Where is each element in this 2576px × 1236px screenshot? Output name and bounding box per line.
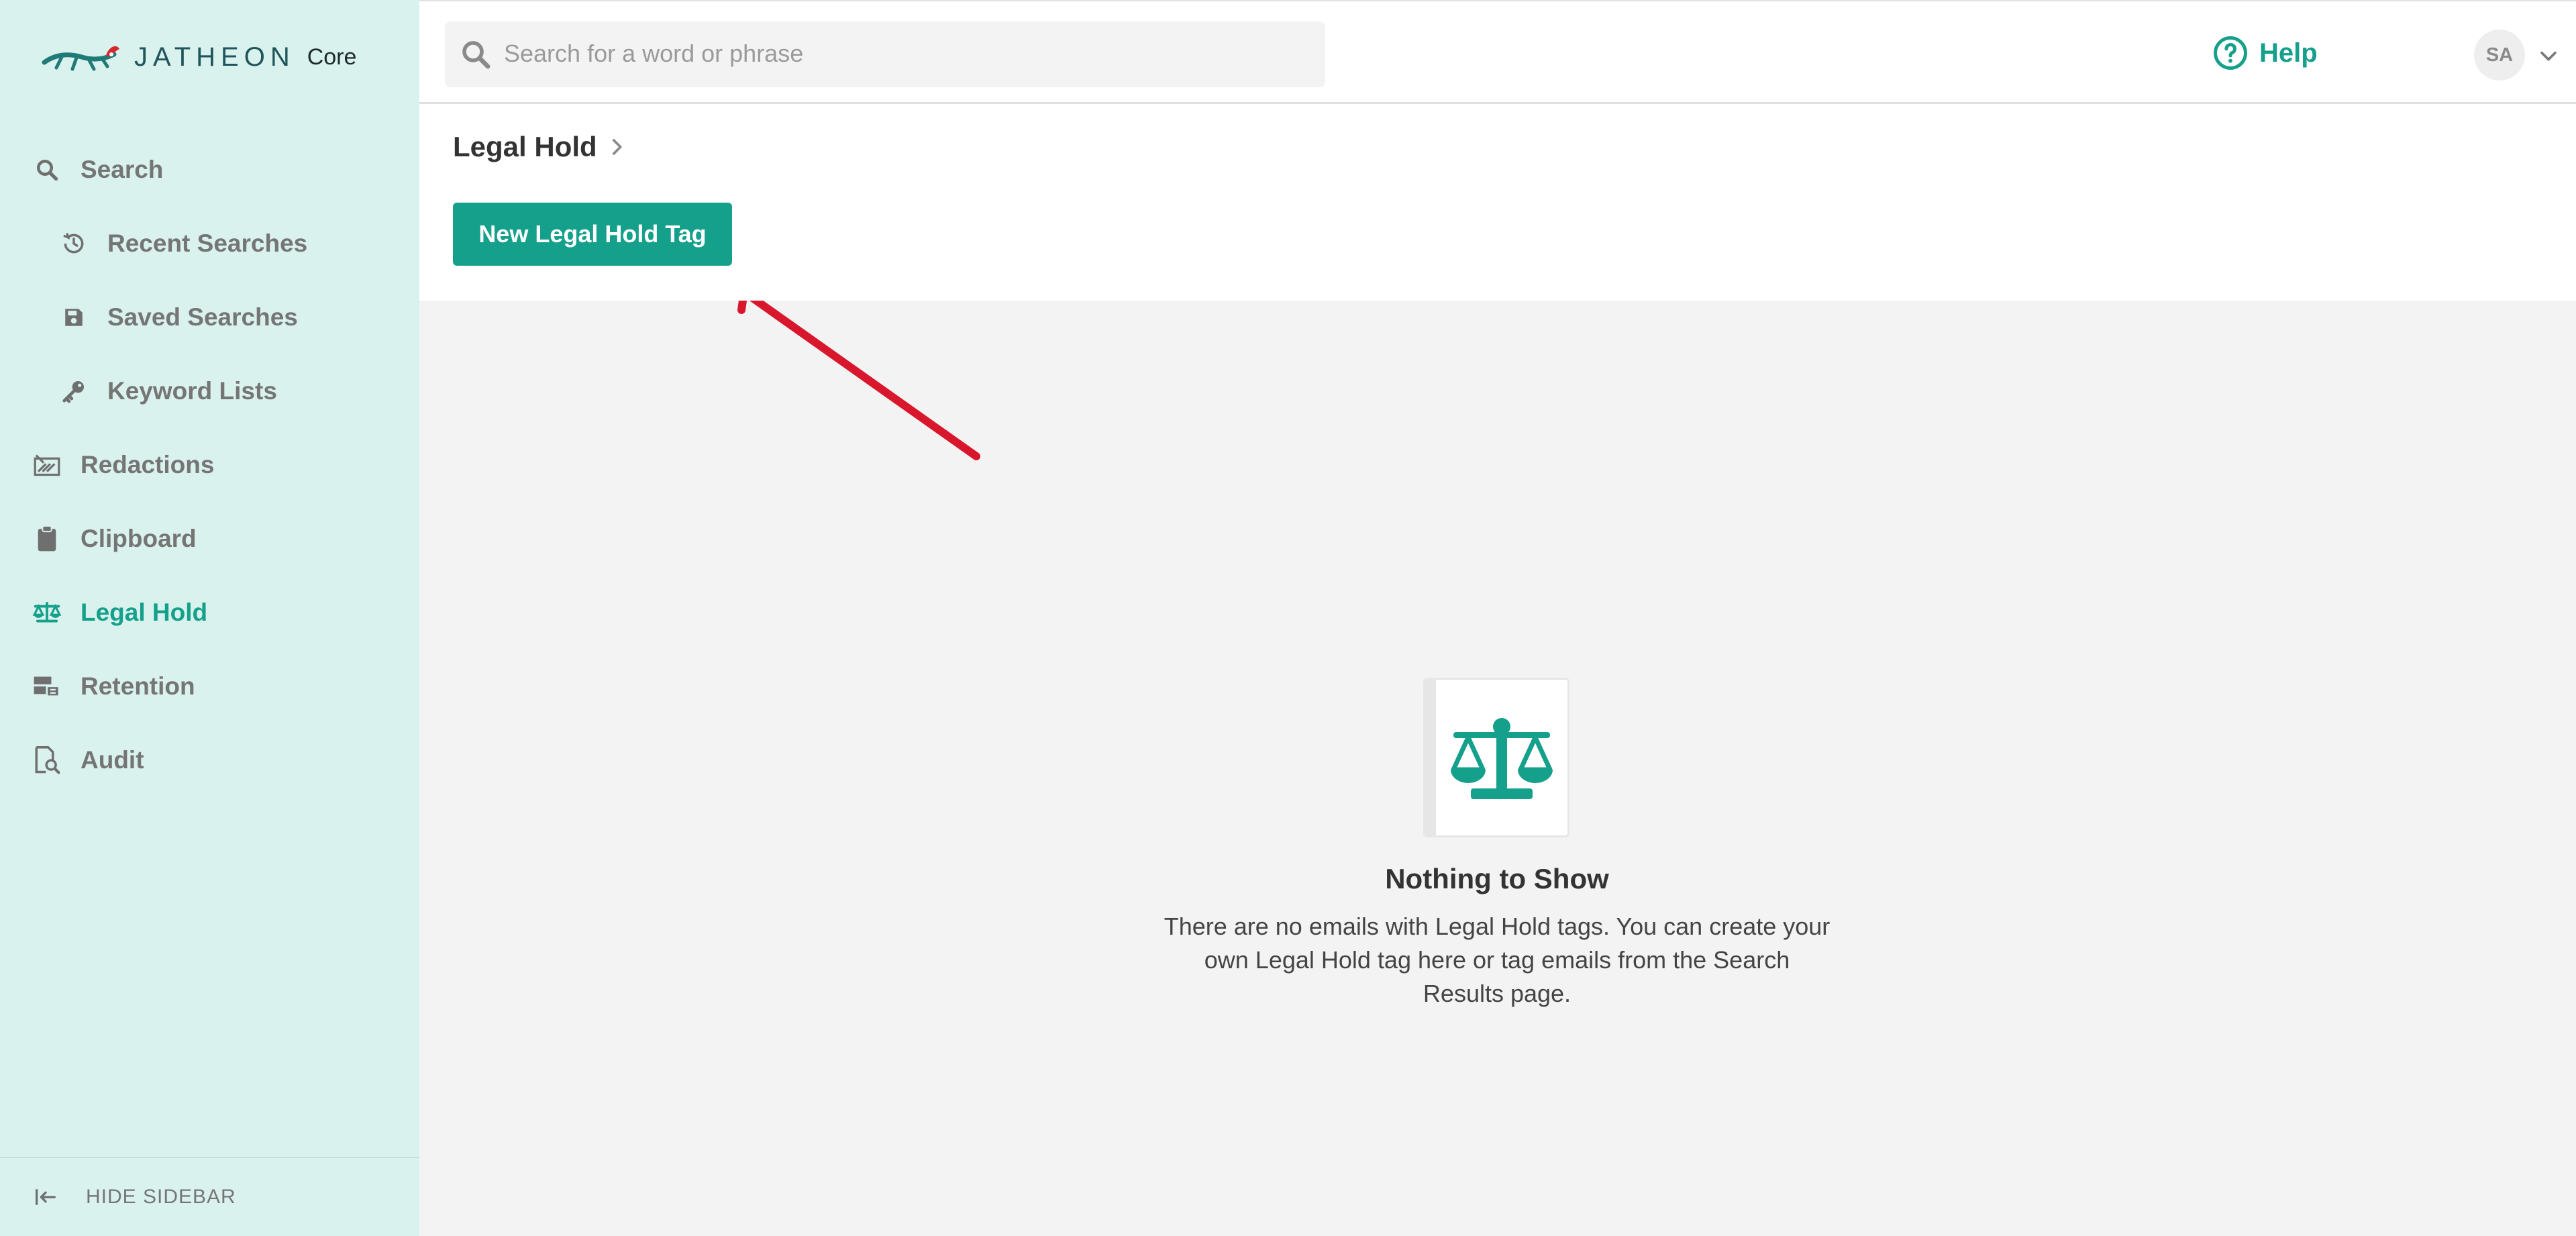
sidebar-item-audit[interactable]: Audit	[0, 733, 419, 787]
sidebar-item-recent-searches[interactable]: Recent Searches	[0, 217, 419, 270]
sidebar-item-label: Keyword Lists	[107, 377, 277, 405]
page-header: Legal Hold New Legal Hold Tag	[419, 104, 2576, 301]
collapse-left-icon	[32, 1184, 59, 1211]
sidebar-item-retention[interactable]: Retention	[0, 660, 419, 713]
redaction-icon	[32, 450, 62, 480]
hide-sidebar-button[interactable]: HIDE SIDEBAR	[0, 1157, 419, 1236]
search-icon	[460, 38, 492, 70]
brand-logo[interactable]: JATHEON Core	[42, 34, 356, 81]
hide-sidebar-label: HIDE SIDEBAR	[86, 1186, 236, 1208]
help-circle-icon	[2212, 35, 2249, 71]
red-arrow-annotation	[737, 301, 980, 460]
sidebar-item-label: Search	[81, 156, 164, 183]
search-icon	[32, 155, 62, 185]
sidebar-item-search[interactable]: Search	[0, 143, 419, 197]
brand-product: Core	[307, 44, 357, 70]
breadcrumb-legal-hold[interactable]: Legal Hold	[453, 131, 597, 163]
save-icon	[59, 303, 89, 332]
user-avatar[interactable]: SA	[2474, 30, 2525, 81]
sidebar-item-keyword-lists[interactable]: Keyword Lists	[0, 364, 419, 418]
sidebar-item-saved-searches[interactable]: Saved Searches	[0, 291, 419, 344]
sidebar-item-label: Retention	[81, 672, 195, 700]
sidebar-item-clipboard[interactable]: Clipboard	[0, 512, 419, 566]
scale-icon	[1448, 716, 1555, 802]
empty-state-illustration	[1423, 678, 1569, 837]
sidebar-item-label: Legal Hold	[81, 599, 208, 626]
sidebar-item-label: Recent Searches	[107, 229, 308, 257]
empty-state-message: There are no emails with Legal Hold tags…	[1164, 913, 1831, 1007]
new-legal-hold-tag-button[interactable]: New Legal Hold Tag	[453, 203, 732, 266]
app-root: JATHEON Core Search Recent Searches Save…	[0, 0, 2576, 1236]
sidebar-item-label: Audit	[81, 746, 144, 774]
search-box[interactable]	[445, 21, 1325, 87]
content-area: Nothing to Show There are no emails with…	[419, 301, 2576, 1236]
sidebar-item-label: Clipboard	[81, 525, 197, 552]
brand-name: JATHEON	[134, 42, 295, 72]
sidebar: JATHEON Core Search Recent Searches Save…	[0, 0, 419, 1236]
help-label: Help	[2259, 38, 2318, 68]
clipboard-icon	[32, 524, 62, 554]
audit-icon	[32, 745, 62, 775]
sidebar-item-label: Saved Searches	[107, 303, 298, 331]
search-input[interactable]	[504, 34, 1296, 74]
top-bar: Help SA	[419, 0, 2576, 104]
chevron-down-icon[interactable]	[2537, 44, 2560, 67]
help-link[interactable]: Help	[2212, 35, 2318, 71]
sidebar-item-legal-hold[interactable]: Legal Hold	[0, 586, 419, 639]
gecko-logo-icon	[42, 46, 119, 71]
history-icon	[59, 229, 89, 258]
empty-state-title: Nothing to Show	[1385, 863, 1609, 894]
scale-icon	[32, 598, 62, 627]
breadcrumb: Legal Hold	[453, 131, 628, 163]
sidebar-item-label: Redactions	[81, 451, 215, 478]
chevron-right-icon	[605, 136, 628, 158]
key-icon	[59, 376, 89, 406]
card-spine	[1425, 680, 1436, 835]
sidebar-item-redactions[interactable]: Redactions	[0, 438, 419, 492]
retention-icon	[32, 672, 62, 701]
